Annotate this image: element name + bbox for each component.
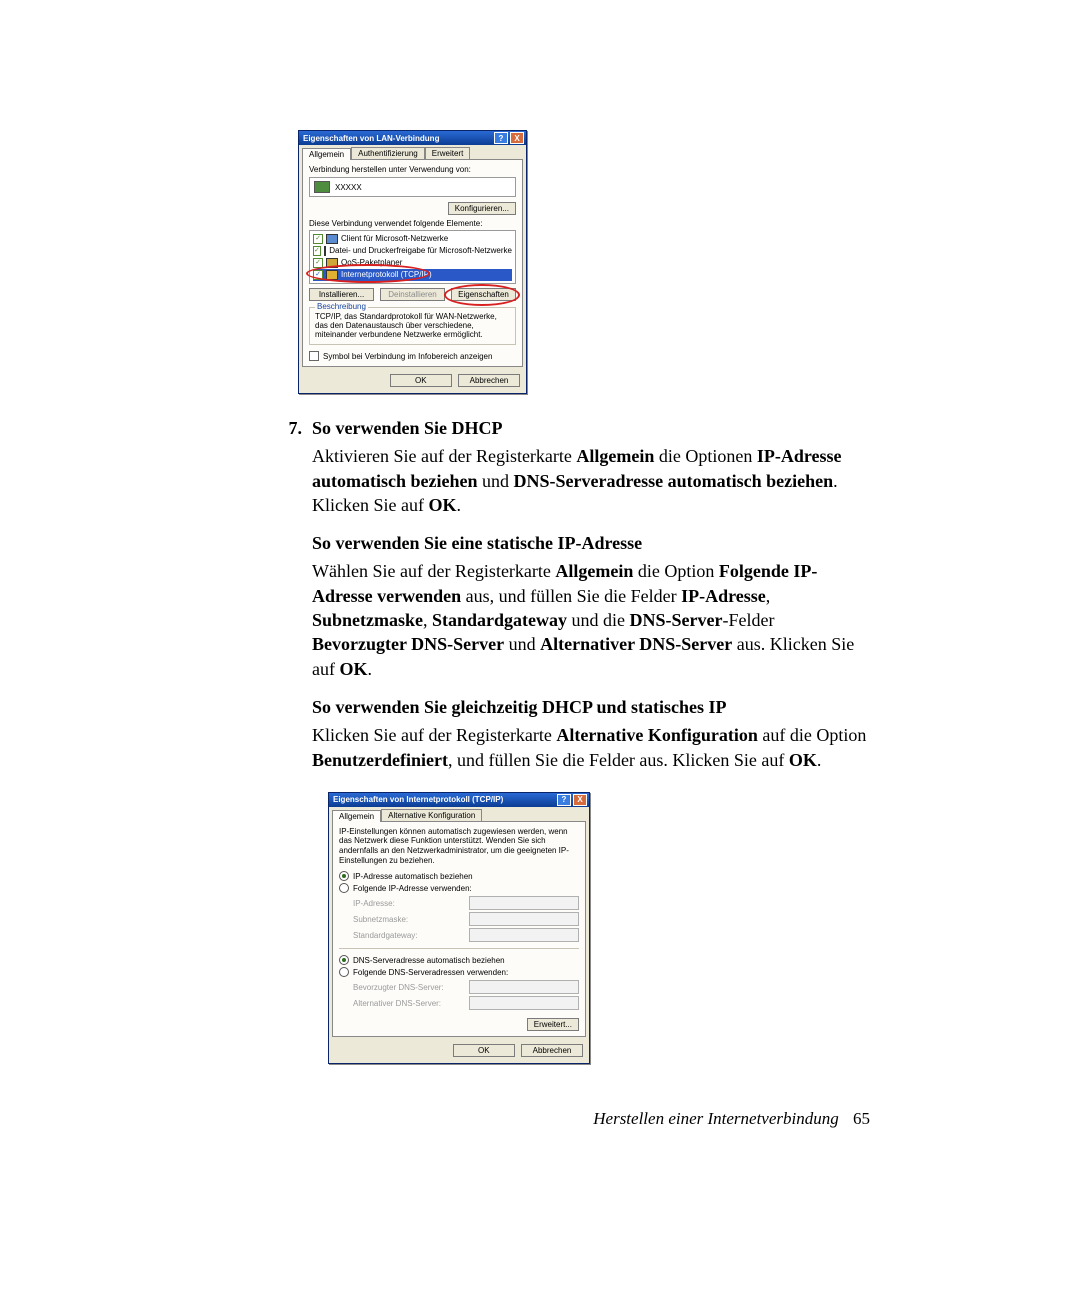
label-dns1: Bevorzugter DNS-Server: (353, 983, 463, 992)
help-button[interactable]: ? (494, 132, 508, 144)
window-title: Eigenschaften von LAN-Verbindung (303, 134, 492, 143)
elements-list[interactable]: ✓ Client für Microsoft-Netzwerke ✓ Datei… (309, 230, 516, 284)
qos-icon (326, 258, 338, 268)
radio-auto-ip[interactable]: IP-Adresse automatisch beziehen (339, 871, 579, 881)
label-mask: Subnetzmaske: (353, 915, 463, 924)
list-item[interactable]: ✓ QoS-Paketplaner (313, 257, 512, 269)
window-title: Eigenschaften von Internetprotokoll (TCP… (333, 795, 555, 804)
divider (339, 948, 579, 949)
radio-manual-ip[interactable]: Folgende IP-Adresse verwenden: (339, 883, 579, 893)
configure-button[interactable]: Konfigurieren... (448, 202, 516, 215)
description-text: TCP/IP, das Standardprotokoll für WAN-Ne… (315, 312, 510, 339)
radio-icon[interactable] (339, 955, 349, 965)
label-gateway: Standardgateway: (353, 931, 463, 940)
connect-using-label: Verbindung herstellen unter Verwendung v… (309, 165, 516, 174)
section-heading: So verwenden Sie gleichzeitig DHCP und s… (312, 695, 870, 719)
lan-properties-dialog: Eigenschaften von LAN-Verbindung ? X All… (298, 130, 527, 394)
description-group: Beschreibung TCP/IP, das Standardprotoko… (309, 307, 516, 345)
properties-button[interactable]: Eigenschaften (451, 288, 516, 301)
tab-bar: Allgemein Authentifizierung Erweitert (299, 145, 526, 159)
ip-field (469, 896, 579, 910)
paragraph: Wählen Sie auf der Registerkarte Allgeme… (312, 559, 870, 680)
ok-button[interactable]: OK (453, 1044, 515, 1057)
share-icon (324, 246, 326, 256)
list-item[interactable]: ✓ Client für Microsoft-Netzwerke (313, 233, 512, 245)
checkbox-icon[interactable]: ✓ (313, 246, 321, 256)
intro-text: IP-Einstellungen können automatisch zuge… (339, 827, 579, 865)
elements-label: Diese Verbindung verwendet folgende Elem… (309, 219, 516, 228)
protocol-icon (326, 270, 338, 280)
checkbox-icon[interactable]: ✓ (313, 258, 323, 268)
client-icon (326, 234, 338, 244)
uninstall-button[interactable]: Deinstallieren (380, 288, 445, 301)
step-title: So verwenden Sie DHCP (312, 416, 870, 440)
tab-auth[interactable]: Authentifizierung (351, 147, 425, 159)
cancel-button[interactable]: Abbrechen (458, 374, 520, 387)
tab-panel: Verbindung herstellen unter Verwendung v… (302, 159, 523, 367)
paragraph: Aktivieren Sie auf der Registerkarte All… (312, 444, 870, 517)
footer-text: Herstellen einer Internetverbindung (593, 1109, 839, 1128)
radio-manual-dns[interactable]: Folgende DNS-Serveradressen verwenden: (339, 967, 579, 977)
label-dns2: Alternativer DNS-Server: (353, 999, 463, 1008)
gateway-field (469, 928, 579, 942)
dns2-field (469, 996, 579, 1010)
radio-icon[interactable] (339, 883, 349, 893)
description-legend: Beschreibung (315, 302, 368, 311)
titlebar: Eigenschaften von Internetprotokoll (TCP… (329, 793, 589, 807)
tab-allgemein[interactable]: Allgemein (302, 148, 351, 160)
checkbox-icon[interactable] (309, 351, 319, 361)
label-ip: IP-Adresse: (353, 899, 463, 908)
page-number: 65 (853, 1109, 870, 1128)
tab-erweitert[interactable]: Erweitert (425, 147, 471, 159)
radio-icon[interactable] (339, 967, 349, 977)
dns1-field (469, 980, 579, 994)
list-item-tcpip[interactable]: ✓ Internetprotokoll (TCP/IP) (313, 269, 512, 281)
radio-auto-dns[interactable]: DNS-Serveradresse automatisch beziehen (339, 955, 579, 965)
list-item[interactable]: ✓ Datei- und Druckerfreigabe für Microso… (313, 245, 512, 257)
titlebar: Eigenschaften von LAN-Verbindung ? X (299, 131, 526, 145)
checkbox-icon[interactable]: ✓ (313, 234, 323, 244)
nic-icon (314, 181, 330, 193)
tab-bar: Allgemein Alternative Konfiguration (329, 807, 589, 821)
radio-icon[interactable] (339, 871, 349, 881)
tab-alt-config[interactable]: Alternative Konfiguration (381, 809, 482, 821)
close-button[interactable]: X (510, 132, 524, 144)
tcpip-properties-dialog: Eigenschaften von Internetprotokoll (TCP… (328, 792, 590, 1064)
adapter-name: XXXXX (335, 183, 362, 192)
checkbox-icon[interactable]: ✓ (313, 270, 323, 280)
show-icon-option[interactable]: Symbol bei Verbindung im Infobereich anz… (309, 351, 516, 361)
cancel-button[interactable]: Abbrechen (521, 1044, 583, 1057)
advanced-button[interactable]: Erweitert... (527, 1018, 579, 1031)
page-footer: Herstellen einer Internetverbindung 65 (593, 1109, 870, 1129)
paragraph: Klicken Sie auf der Registerkarte Altern… (312, 723, 870, 772)
subnet-field (469, 912, 579, 926)
close-button[interactable]: X (573, 794, 587, 806)
tab-allgemein[interactable]: Allgemein (332, 810, 381, 822)
ok-button[interactable]: OK (390, 374, 452, 387)
step-number: 7. (280, 416, 302, 440)
section-heading: So verwenden Sie eine statische IP-Adres… (312, 531, 870, 555)
install-button[interactable]: Installieren... (309, 288, 374, 301)
help-button[interactable]: ? (557, 794, 571, 806)
tab-panel: IP-Einstellungen können automatisch zuge… (332, 821, 586, 1037)
adapter-box: XXXXX (309, 177, 516, 197)
